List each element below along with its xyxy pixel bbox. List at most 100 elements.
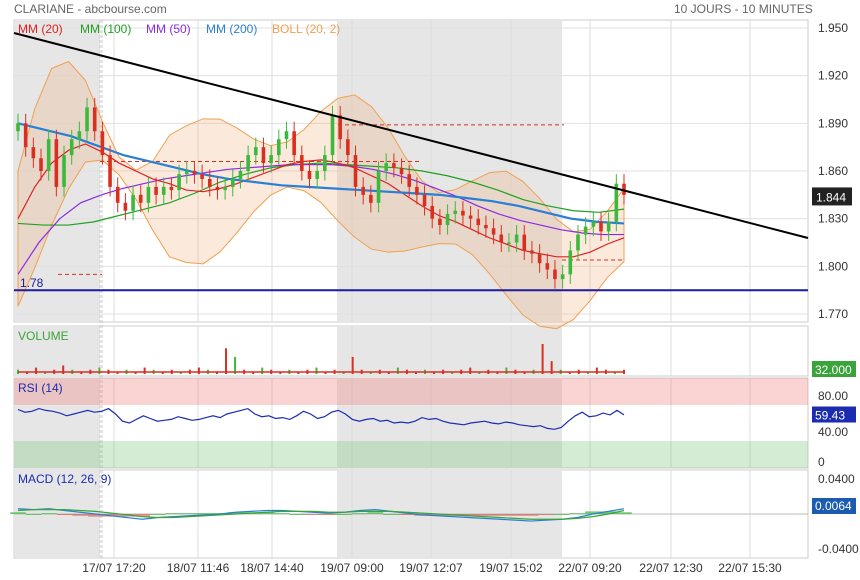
candle-body xyxy=(338,115,342,140)
macd-histogram-bar xyxy=(56,514,73,515)
chart-title: CLARIANE - abcbourse.com xyxy=(14,2,167,16)
x-tick-label: 18/07 14:40 xyxy=(240,561,304,575)
candle-body xyxy=(330,115,335,156)
volume-last-value: 32.000 xyxy=(815,363,852,377)
candle-body xyxy=(284,131,289,140)
candle-body xyxy=(238,171,243,179)
candle-body xyxy=(69,139,74,156)
x-tick-label: 17/07 17:20 xyxy=(82,561,146,575)
candle-body xyxy=(115,186,120,203)
candle-body xyxy=(591,221,596,227)
candle-body xyxy=(514,234,519,243)
candle-body xyxy=(553,269,557,280)
macd-histogram-bar xyxy=(383,514,399,515)
candle-body xyxy=(422,194,427,206)
candle-body xyxy=(353,155,358,187)
x-tick-label: 22/07 15:30 xyxy=(718,561,782,575)
macd-histogram-bar xyxy=(616,512,632,514)
volume-bar xyxy=(396,367,399,374)
candle-body xyxy=(300,155,304,171)
rsi-tick-label: 80.00 xyxy=(818,389,848,403)
candle-body xyxy=(522,234,527,251)
candle-body xyxy=(545,263,550,270)
candle-body xyxy=(415,186,419,195)
candle-body xyxy=(277,139,281,156)
macd-histogram-bar xyxy=(165,513,182,515)
volume-bar xyxy=(505,367,508,374)
volume-bar xyxy=(595,367,598,374)
candle-body xyxy=(138,194,143,203)
candle-body xyxy=(530,250,534,254)
macd-histogram-bar xyxy=(476,514,492,516)
candle-body xyxy=(261,147,266,164)
candle-body xyxy=(384,163,389,171)
period-label: 10 JOURS - 10 MINUTES xyxy=(674,2,813,16)
y-tick-label: 1.890 xyxy=(818,116,848,130)
macd-histogram-bar xyxy=(523,514,539,516)
macd-histogram-bar xyxy=(41,513,57,515)
x-tick-label: 22/07 09:20 xyxy=(558,561,622,575)
macd-histogram-bar xyxy=(367,512,384,514)
volume-bar xyxy=(98,367,101,374)
candle-body xyxy=(131,194,135,211)
macd-histogram-bar xyxy=(72,514,88,516)
candle-body xyxy=(606,221,611,232)
candle-body xyxy=(200,174,204,179)
candle-body xyxy=(177,174,181,191)
macd-tick-label: 0.0400 xyxy=(818,472,855,486)
candle-body xyxy=(583,226,588,235)
candle-body xyxy=(123,202,128,211)
candle-body xyxy=(85,107,89,132)
candle-body xyxy=(16,123,20,132)
macd-histogram-bar xyxy=(181,513,197,515)
candle-body xyxy=(369,194,373,203)
candle-body xyxy=(576,234,580,251)
stock-chart: 17/07 17:20 18/07 11:46 18/07 14:40 19/07 0… xyxy=(0,0,860,580)
macd-histogram-bar xyxy=(336,514,353,515)
candle-body xyxy=(499,234,504,243)
chart-svg: 17/07 17:20 18/07 11:46 18/07 14:40 19/07 0… xyxy=(10,19,859,575)
last-price-value: 1.844 xyxy=(816,190,846,204)
candle-body xyxy=(399,167,404,175)
candle-body xyxy=(323,155,327,171)
volume-bar xyxy=(469,367,472,374)
candle-body xyxy=(484,225,488,229)
y-tick-label: 1.800 xyxy=(818,259,848,273)
legend-mm100: MM (100) xyxy=(80,22,132,36)
candle-body xyxy=(54,139,59,187)
candle-body xyxy=(184,171,189,175)
candle-body xyxy=(46,139,51,171)
candle-body xyxy=(161,186,166,195)
macd-histogram-bar xyxy=(196,513,213,515)
candle-body xyxy=(192,171,197,175)
volume-bar xyxy=(315,367,318,374)
macd-histogram-bar xyxy=(10,512,26,514)
legend-mm50: MM (50) xyxy=(146,22,191,36)
macd-histogram-bar xyxy=(538,514,555,515)
candle-body xyxy=(246,155,250,171)
candle-body xyxy=(407,174,412,187)
macd-histogram-bar xyxy=(507,514,523,516)
macd-histogram-bar xyxy=(491,514,508,516)
volume-bar xyxy=(225,348,228,374)
candle-body xyxy=(468,215,473,219)
candle-body xyxy=(39,158,43,171)
volume-bar xyxy=(541,344,544,374)
volume-bar xyxy=(35,367,38,374)
x-tick-label: 22/07 12:30 xyxy=(639,561,703,575)
macd-histogram-bar xyxy=(554,514,570,515)
macd-histogram-bar xyxy=(569,513,586,515)
macd-tick-label: -0.0400 xyxy=(818,542,859,556)
candle-body xyxy=(537,253,542,264)
candle-body xyxy=(599,221,603,232)
rsi-tick-label: 40.00 xyxy=(818,425,848,439)
volume-bar xyxy=(143,367,146,374)
candle-body xyxy=(445,213,450,226)
macd-panel-title: MACD (12, 26, 9) xyxy=(18,472,112,486)
x-tick-label: 19/07 12:07 xyxy=(399,561,463,575)
volume-panel-session-band xyxy=(337,327,562,375)
macd-histogram-bar xyxy=(25,514,42,515)
candle-body xyxy=(507,242,511,245)
y-tick-label: 1.920 xyxy=(818,69,848,83)
candle-body xyxy=(31,147,36,159)
